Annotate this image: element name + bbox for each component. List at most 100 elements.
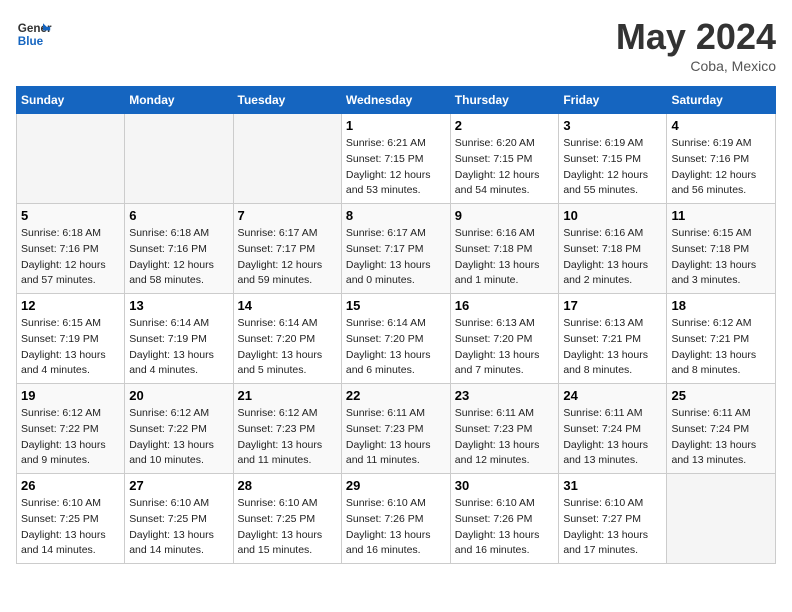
day-number: 29 <box>346 478 446 493</box>
day-info: Sunrise: 6:12 AMSunset: 7:21 PMDaylight:… <box>671 316 771 379</box>
day-cell: 17 Sunrise: 6:13 AMSunset: 7:21 PMDayligh… <box>559 294 667 384</box>
day-number: 11 <box>671 208 771 223</box>
day-number: 26 <box>21 478 120 493</box>
day-info: Sunrise: 6:15 AMSunset: 7:18 PMDaylight:… <box>671 226 771 289</box>
header-thursday: Thursday <box>450 87 559 114</box>
day-info: Sunrise: 6:10 AMSunset: 7:26 PMDaylight:… <box>455 496 555 559</box>
day-cell: 9 Sunrise: 6:16 AMSunset: 7:18 PMDaylight… <box>450 204 559 294</box>
day-cell <box>667 474 776 564</box>
day-info: Sunrise: 6:18 AMSunset: 7:16 PMDaylight:… <box>21 226 120 289</box>
day-cell: 26 Sunrise: 6:10 AMSunset: 7:25 PMDayligh… <box>17 474 125 564</box>
header-wednesday: Wednesday <box>341 87 450 114</box>
day-cell: 24Sunrise: 6:11 AMSunset: 7:24 PMDayligh… <box>559 384 667 474</box>
week-row-1: 1 Sunrise: 6:21 AMSunset: 7:15 PMDaylight… <box>17 114 776 204</box>
week-row-5: 26 Sunrise: 6:10 AMSunset: 7:25 PMDayligh… <box>17 474 776 564</box>
day-number: 24 <box>563 388 662 403</box>
day-cell: 21 Sunrise: 6:12 AMSunset: 7:23 PMDayligh… <box>233 384 341 474</box>
day-cell: 3 Sunrise: 6:19 AMSunset: 7:15 PMDaylight… <box>559 114 667 204</box>
day-info: Sunrise: 6:16 AMSunset: 7:18 PMDaylight:… <box>455 226 555 289</box>
week-row-3: 12Sunrise: 6:15 AMSunset: 7:19 PMDayligh… <box>17 294 776 384</box>
day-number: 13 <box>129 298 228 313</box>
day-cell: 25Sunrise: 6:11 AMSunset: 7:24 PMDayligh… <box>667 384 776 474</box>
day-number: 16 <box>455 298 555 313</box>
logo-icon: General Blue <box>16 16 52 52</box>
day-info: Sunrise: 6:21 AMSunset: 7:15 PMDaylight:… <box>346 136 446 199</box>
day-number: 3 <box>563 118 662 133</box>
day-number: 5 <box>21 208 120 223</box>
day-cell <box>125 114 233 204</box>
day-cell: 22 Sunrise: 6:11 AMSunset: 7:23 PMDayligh… <box>341 384 450 474</box>
day-number: 28 <box>238 478 337 493</box>
day-number: 22 <box>346 388 446 403</box>
page-header: General Blue May 2024 Coba, Mexico <box>16 16 776 74</box>
day-cell: 6 Sunrise: 6:18 AMSunset: 7:16 PMDaylight… <box>125 204 233 294</box>
day-cell: 11 Sunrise: 6:15 AMSunset: 7:18 PMDayligh… <box>667 204 776 294</box>
day-number: 19 <box>21 388 120 403</box>
logo: General Blue <box>16 16 52 52</box>
header-friday: Friday <box>559 87 667 114</box>
header-saturday: Saturday <box>667 87 776 114</box>
day-info: Sunrise: 6:16 AMSunset: 7:18 PMDaylight:… <box>563 226 662 289</box>
day-info: Sunrise: 6:19 AMSunset: 7:15 PMDaylight:… <box>563 136 662 199</box>
day-number: 6 <box>129 208 228 223</box>
day-number: 18 <box>671 298 771 313</box>
month-title: May 2024 <box>616 16 776 58</box>
days-header-row: SundayMondayTuesdayWednesdayThursdayFrid… <box>17 87 776 114</box>
day-number: 17 <box>563 298 662 313</box>
week-row-2: 5 Sunrise: 6:18 AMSunset: 7:16 PMDaylight… <box>17 204 776 294</box>
day-cell: 30 Sunrise: 6:10 AMSunset: 7:26 PMDayligh… <box>450 474 559 564</box>
day-info: Sunrise: 6:15 AMSunset: 7:19 PMDaylight:… <box>21 316 120 379</box>
day-info: Sunrise: 6:12 AMSunset: 7:23 PMDaylight:… <box>238 406 337 469</box>
day-cell: 27 Sunrise: 6:10 AMSunset: 7:25 PMDayligh… <box>125 474 233 564</box>
day-number: 31 <box>563 478 662 493</box>
day-info: Sunrise: 6:10 AMSunset: 7:26 PMDaylight:… <box>346 496 446 559</box>
day-number: 9 <box>455 208 555 223</box>
day-info: Sunrise: 6:13 AMSunset: 7:21 PMDaylight:… <box>563 316 662 379</box>
day-number: 1 <box>346 118 446 133</box>
day-info: Sunrise: 6:11 AMSunset: 7:23 PMDaylight:… <box>346 406 446 469</box>
day-info: Sunrise: 6:10 AMSunset: 7:25 PMDaylight:… <box>129 496 228 559</box>
header-monday: Monday <box>125 87 233 114</box>
day-cell: 15Sunrise: 6:14 AMSunset: 7:20 PMDayligh… <box>341 294 450 384</box>
day-cell: 23 Sunrise: 6:11 AMSunset: 7:23 PMDayligh… <box>450 384 559 474</box>
header-tuesday: Tuesday <box>233 87 341 114</box>
day-number: 2 <box>455 118 555 133</box>
day-number: 7 <box>238 208 337 223</box>
title-block: May 2024 Coba, Mexico <box>616 16 776 74</box>
day-info: Sunrise: 6:20 AMSunset: 7:15 PMDaylight:… <box>455 136 555 199</box>
day-info: Sunrise: 6:18 AMSunset: 7:16 PMDaylight:… <box>129 226 228 289</box>
day-cell: 8 Sunrise: 6:17 AMSunset: 7:17 PMDaylight… <box>341 204 450 294</box>
day-number: 20 <box>129 388 228 403</box>
day-cell: 31Sunrise: 6:10 AMSunset: 7:27 PMDayligh… <box>559 474 667 564</box>
day-number: 4 <box>671 118 771 133</box>
day-cell: 10 Sunrise: 6:16 AMSunset: 7:18 PMDayligh… <box>559 204 667 294</box>
day-cell: 4 Sunrise: 6:19 AMSunset: 7:16 PMDaylight… <box>667 114 776 204</box>
day-number: 27 <box>129 478 228 493</box>
day-info: Sunrise: 6:10 AMSunset: 7:25 PMDaylight:… <box>21 496 120 559</box>
day-number: 8 <box>346 208 446 223</box>
day-info: Sunrise: 6:14 AMSunset: 7:20 PMDaylight:… <box>238 316 337 379</box>
day-info: Sunrise: 6:12 AMSunset: 7:22 PMDaylight:… <box>21 406 120 469</box>
day-number: 21 <box>238 388 337 403</box>
day-info: Sunrise: 6:12 AMSunset: 7:22 PMDaylight:… <box>129 406 228 469</box>
day-number: 23 <box>455 388 555 403</box>
day-info: Sunrise: 6:19 AMSunset: 7:16 PMDaylight:… <box>671 136 771 199</box>
day-cell: 16Sunrise: 6:13 AMSunset: 7:20 PMDayligh… <box>450 294 559 384</box>
day-info: Sunrise: 6:11 AMSunset: 7:23 PMDaylight:… <box>455 406 555 469</box>
day-number: 15 <box>346 298 446 313</box>
day-number: 30 <box>455 478 555 493</box>
day-cell: 2 Sunrise: 6:20 AMSunset: 7:15 PMDaylight… <box>450 114 559 204</box>
header-sunday: Sunday <box>17 87 125 114</box>
day-cell: 12Sunrise: 6:15 AMSunset: 7:19 PMDayligh… <box>17 294 125 384</box>
day-cell: 20 Sunrise: 6:12 AMSunset: 7:22 PMDayligh… <box>125 384 233 474</box>
day-number: 10 <box>563 208 662 223</box>
day-cell: 13Sunrise: 6:14 AMSunset: 7:19 PMDayligh… <box>125 294 233 384</box>
day-cell: 5 Sunrise: 6:18 AMSunset: 7:16 PMDaylight… <box>17 204 125 294</box>
day-cell: 14 Sunrise: 6:14 AMSunset: 7:20 PMDayligh… <box>233 294 341 384</box>
day-info: Sunrise: 6:17 AMSunset: 7:17 PMDaylight:… <box>346 226 446 289</box>
day-info: Sunrise: 6:10 AMSunset: 7:25 PMDaylight:… <box>238 496 337 559</box>
day-number: 25 <box>671 388 771 403</box>
day-cell <box>233 114 341 204</box>
calendar-table: SundayMondayTuesdayWednesdayThursdayFrid… <box>16 86 776 564</box>
day-number: 14 <box>238 298 337 313</box>
